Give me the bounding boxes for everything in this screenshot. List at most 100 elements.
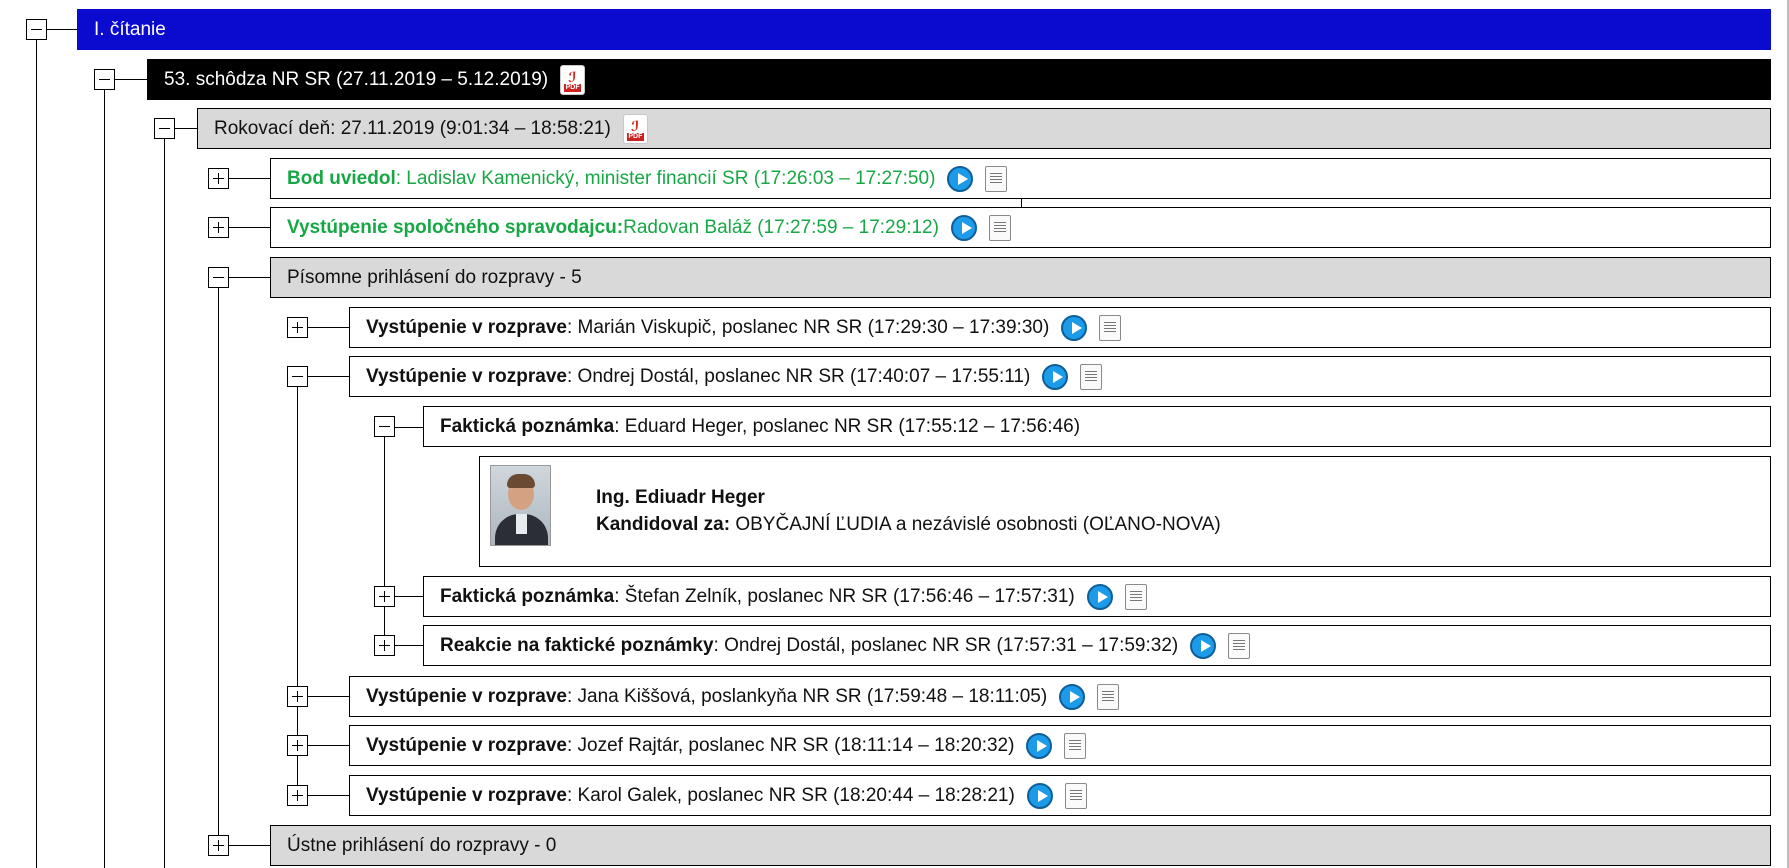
node-written-signups[interactable]: Písomne prihlásení do rozpravy - 5 [270, 257, 1771, 298]
node-prefix: Vystúpenie v rozprave [366, 316, 567, 338]
document-icon[interactable] [1228, 632, 1251, 659]
expand-toggle[interactable] [287, 785, 308, 806]
node-label: 53. schôdza NR SR (27.11.2019 – 5.12.201… [164, 68, 549, 90]
tree-line [395, 645, 423, 646]
document-icon[interactable] [1064, 782, 1087, 809]
tree-line [308, 327, 349, 328]
tree-line [36, 37, 37, 868]
node-speech[interactable]: Vystúpenie v rozprave: Jana Kiššová, pos… [349, 676, 1771, 717]
node-speech[interactable]: Vystúpenie v rozprave: Karol Galek, posl… [349, 775, 1771, 816]
tree-line [115, 79, 147, 80]
tree-line [229, 845, 270, 846]
collapse-toggle[interactable] [26, 19, 47, 40]
node-text: : Jana Kiššová, poslankyňa NR SR (17:59:… [566, 685, 1048, 707]
tree-line [297, 386, 298, 795]
tree-line [384, 436, 385, 645]
node-factual-remark[interactable]: Faktická poznámka: Štefan Zelník, poslan… [423, 576, 1771, 617]
expand-toggle[interactable] [208, 835, 229, 856]
play-icon[interactable] [1059, 683, 1086, 710]
tree-line [104, 87, 105, 868]
collapse-toggle[interactable] [94, 69, 115, 90]
play-icon[interactable] [947, 165, 974, 192]
node-reading[interactable]: I. čítanie [77, 9, 1771, 50]
node-text: : Karol Galek, poslanec NR SR (18:20:44 … [566, 784, 1015, 806]
document-icon[interactable] [988, 214, 1011, 241]
expand-toggle[interactable] [287, 686, 308, 707]
node-text: : Ladislav Kamenický, minister financií … [395, 167, 936, 189]
node-label: I. čítanie [94, 18, 166, 40]
person-name: Ing. Ediuadr Heger [596, 487, 765, 508]
node-prefix: Reakcie na faktické poznámky [440, 634, 714, 656]
node-prefix: Vystúpenie spoločného spravodajcu: [287, 216, 624, 238]
node-speech[interactable]: Vystúpenie v rozprave: Jozef Rajtár, pos… [349, 725, 1771, 766]
tree-line [229, 227, 270, 228]
play-icon[interactable] [1061, 314, 1088, 341]
play-icon[interactable] [1026, 782, 1053, 809]
play-icon[interactable] [1042, 363, 1069, 390]
tree-line [229, 277, 270, 278]
node-session[interactable]: 53. schôdza NR SR (27.11.2019 – 5.12.201… [147, 59, 1771, 100]
expand-toggle[interactable] [287, 735, 308, 756]
party-value: OBYČAJNÍ ĽUDIA a nezávislé osobnosti (OĽ… [730, 514, 1221, 535]
tree-line [308, 376, 349, 377]
play-icon[interactable] [1026, 732, 1053, 759]
collapse-toggle[interactable] [154, 118, 175, 139]
tree-line [175, 128, 197, 129]
tree-line [308, 696, 349, 697]
node-prefix: Vystúpenie v rozprave [366, 734, 567, 756]
node-speech[interactable]: Vystúpenie v rozprave: Ondrej Dostál, po… [349, 356, 1771, 397]
node-prefix: Faktická poznámka [440, 585, 615, 607]
node-prefix: Vystúpenie v rozprave [366, 365, 567, 387]
play-icon[interactable] [950, 214, 977, 241]
node-text: : Eduard Heger, poslanec NR SR (17:55:12… [614, 415, 1081, 437]
document-icon[interactable] [1099, 314, 1122, 341]
document-icon[interactable] [1080, 363, 1103, 390]
expand-toggle[interactable] [287, 317, 308, 338]
node-text: : Ondrej Dostál, poslanec NR SR (17:40:0… [566, 365, 1031, 387]
collapse-toggle[interactable] [287, 366, 308, 387]
tree-line [308, 795, 349, 796]
pdf-icon[interactable]: ℐ PDF [560, 64, 586, 95]
document-icon[interactable] [985, 165, 1008, 192]
node-text: : Marián Viskupič, poslanec NR SR (17:29… [566, 316, 1050, 338]
play-icon[interactable] [1190, 632, 1217, 659]
node-text: Radovan Baláž (17:27:59 – 17:29:12) [623, 216, 939, 238]
expand-toggle[interactable] [208, 217, 229, 238]
collapse-toggle[interactable] [208, 267, 229, 288]
tree-line [229, 178, 270, 179]
document-icon[interactable] [1064, 732, 1087, 759]
party-label: Kandidoval za: [596, 514, 731, 535]
play-icon[interactable] [1086, 583, 1113, 610]
document-icon[interactable] [1124, 583, 1147, 610]
expand-toggle[interactable] [374, 586, 395, 607]
expand-toggle[interactable] [374, 635, 395, 656]
tree-line [395, 596, 423, 597]
node-label: Písomne prihlásení do rozpravy - 5 [287, 266, 582, 288]
node-day[interactable]: Rokovací deň: 27.11.2019 (9:01:34 – 18:5… [197, 108, 1771, 149]
node-prefix: Faktická poznámka [440, 415, 615, 437]
node-spravodajca[interactable]: Vystúpenie spoločného spravodajcu: Radov… [270, 207, 1771, 248]
person-card: Ing. Ediuadr Heger Kandidoval za: OBYČAJ… [479, 456, 1771, 567]
tree-line [218, 288, 219, 845]
tree-line [164, 137, 165, 868]
document-icon[interactable] [1097, 683, 1120, 710]
node-prefix: Vystúpenie v rozprave [366, 685, 567, 707]
node-label: Rokovací deň: 27.11.2019 (9:01:34 – 18:5… [214, 117, 611, 139]
node-speech[interactable]: Vystúpenie v rozprave: Marián Viskupič, … [349, 307, 1771, 348]
tree-line [47, 29, 77, 30]
person-party: Kandidoval za: OBYČAJNÍ ĽUDIA a nezávisl… [596, 514, 1221, 536]
node-bod-uviedol[interactable]: Bod uviedol: Ladislav Kamenický, ministe… [270, 158, 1771, 199]
pdf-icon[interactable]: ℐ PDF [622, 113, 648, 144]
node-factual-remark[interactable]: Faktická poznámka: Eduard Heger, poslane… [423, 406, 1771, 447]
node-oral-signups[interactable]: Ústne prihlásení do rozpravy - 0 [270, 825, 1771, 866]
expand-toggle[interactable] [208, 168, 229, 189]
node-prefix: Bod uviedol [287, 167, 396, 189]
node-text: : Štefan Zelník, poslanec NR SR (17:56:4… [614, 585, 1075, 607]
node-reaction[interactable]: Reakcie na faktické poznámky: Ondrej Dos… [423, 625, 1771, 666]
node-text: : Jozef Rajtár, poslanec NR SR (18:11:14… [566, 734, 1015, 756]
collapse-toggle[interactable] [374, 416, 395, 437]
node-prefix: Vystúpenie v rozprave [366, 784, 567, 806]
avatar [490, 465, 551, 546]
node-label: Ústne prihlásení do rozpravy - 0 [287, 834, 557, 856]
node-text: : Ondrej Dostál, poslanec NR SR (17:57:3… [713, 634, 1179, 656]
